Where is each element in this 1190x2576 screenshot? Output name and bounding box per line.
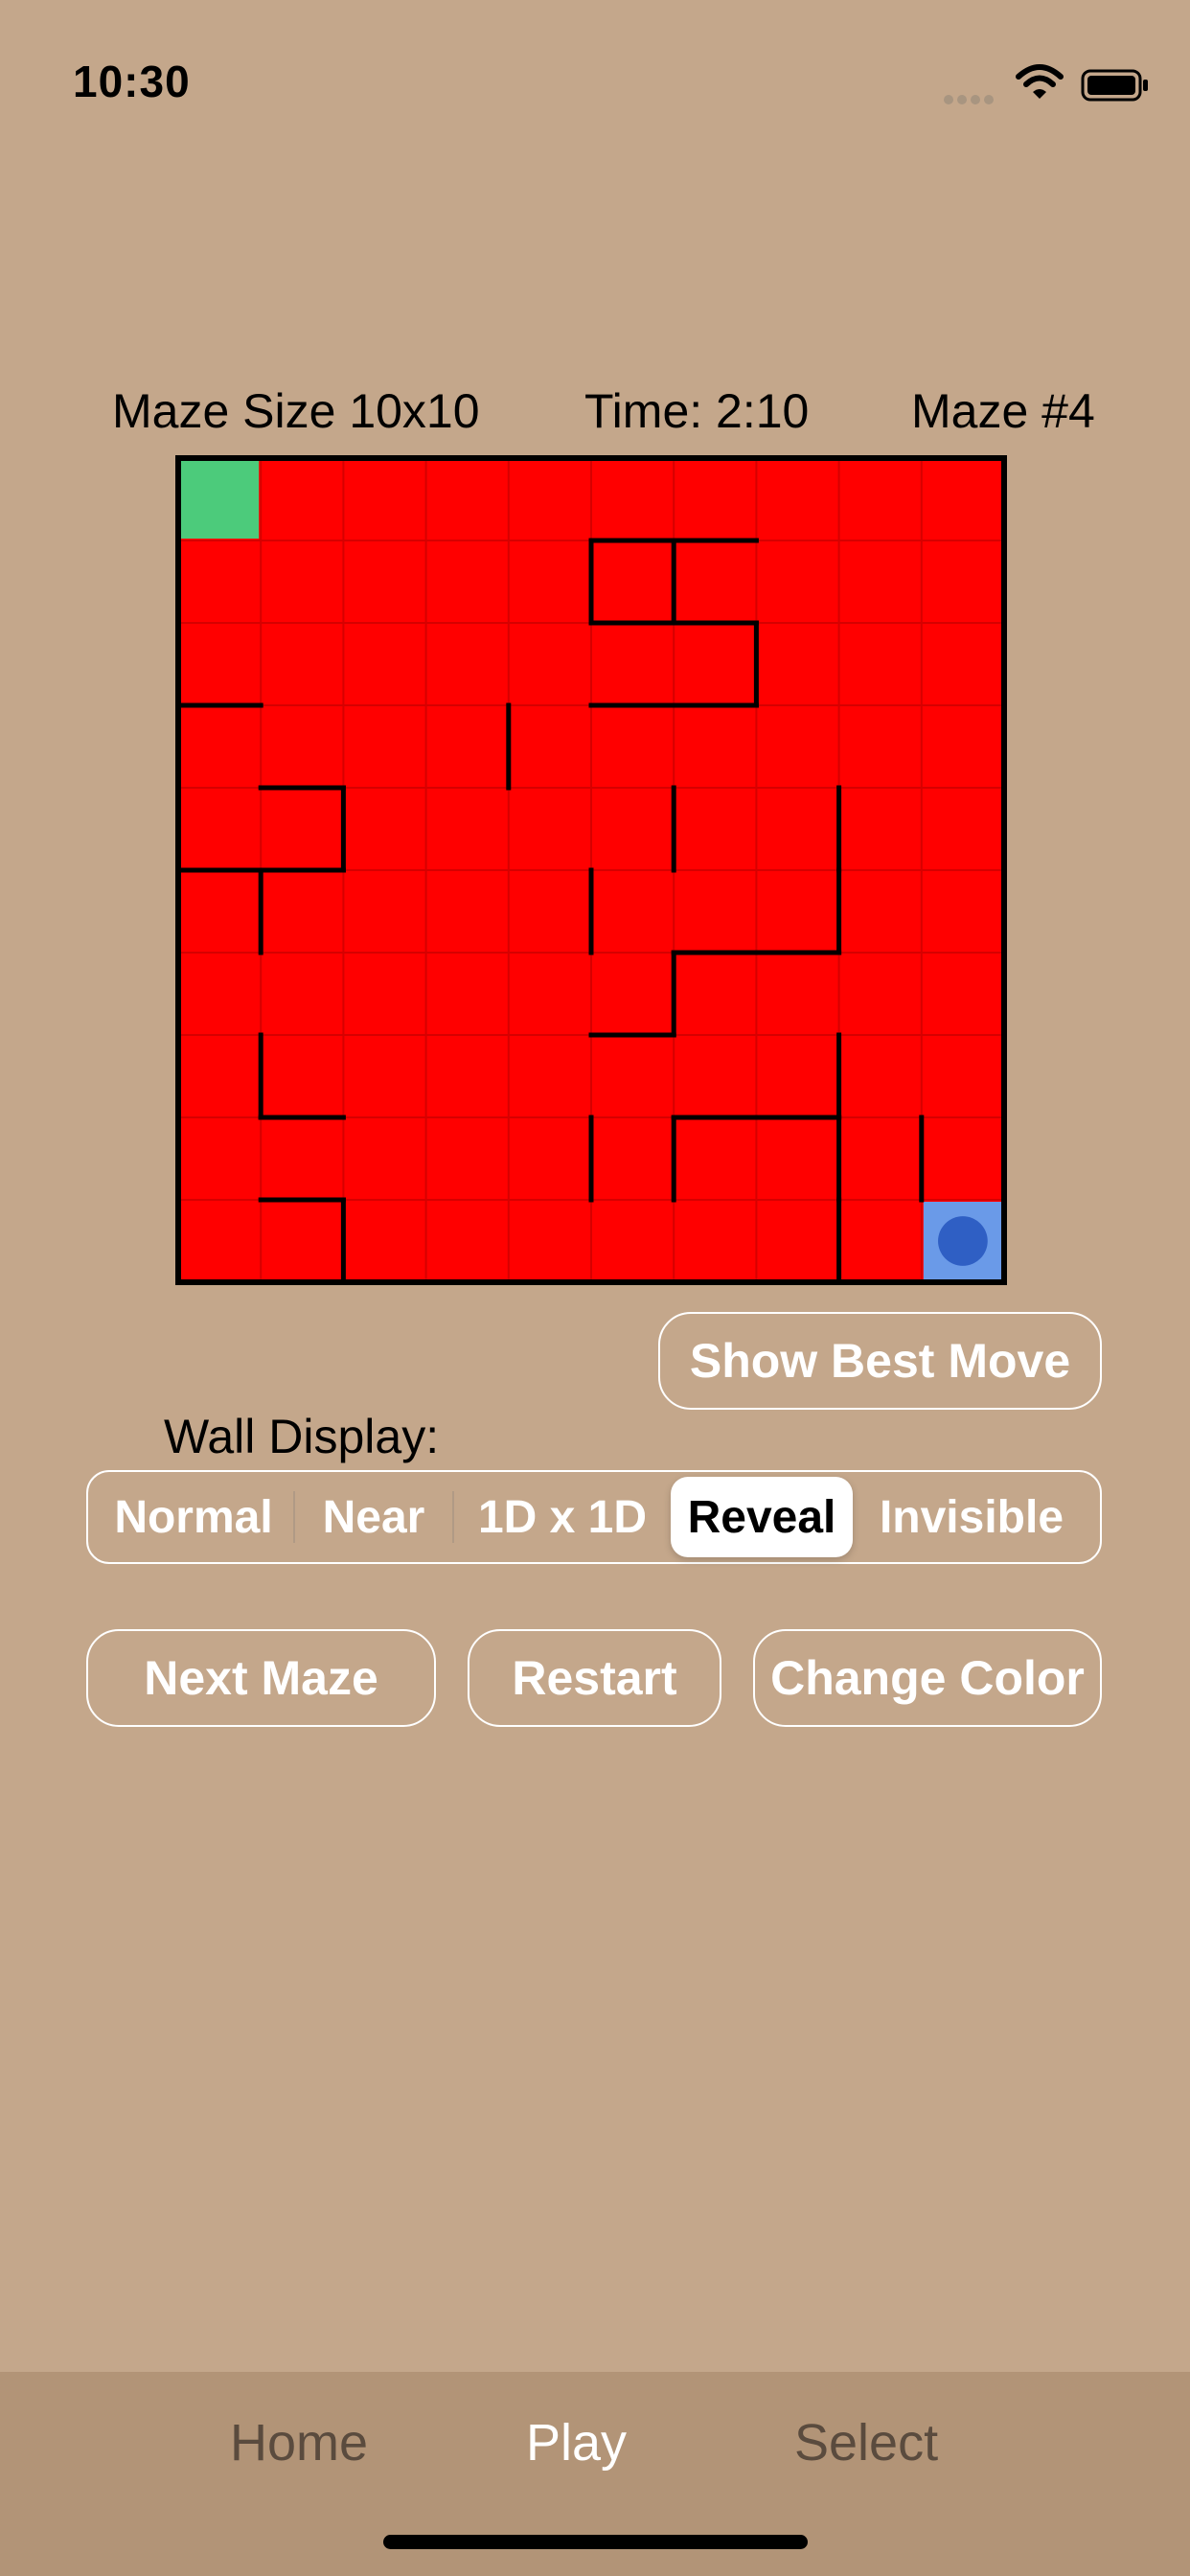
show-best-move-button[interactable]: Show Best Move [658, 1312, 1102, 1410]
battery-icon [1081, 69, 1148, 102]
maze-player [938, 1216, 988, 1266]
wall-display-segmented-control[interactable]: Normal Near 1D x 1D Reveal Invisible [86, 1470, 1102, 1564]
next-maze-button[interactable]: Next Maze [86, 1629, 436, 1727]
home-indicator [383, 2535, 808, 2549]
status-time: 10:30 [73, 57, 191, 106]
cellular-signal-icon [944, 92, 1001, 104]
segment-invisible[interactable]: Invisible [853, 1477, 1090, 1557]
segment-normal[interactable]: Normal [94, 1477, 293, 1557]
segment-reveal[interactable]: Reveal [671, 1477, 853, 1557]
wall-display-label: Wall Display: [164, 1410, 440, 1463]
timer-label: Time: 2:10 [584, 384, 810, 438]
maze-start-cell [180, 460, 260, 539]
tab-play[interactable]: Play [526, 2413, 627, 2472]
segment-1d-x-1d[interactable]: 1D x 1D [454, 1477, 671, 1557]
tab-home[interactable]: Home [230, 2413, 368, 2472]
segment-near[interactable]: Near [295, 1477, 452, 1557]
change-color-button[interactable]: Change Color [753, 1629, 1102, 1727]
tab-select[interactable]: Select [794, 2413, 938, 2472]
restart-button[interactable]: Restart [468, 1629, 721, 1727]
maze-board[interactable] [174, 454, 1008, 1286]
maze-size-label: Maze Size 10x10 [112, 384, 480, 438]
wifi-icon [1016, 64, 1064, 99]
maze-number-label: Maze #4 [911, 384, 1095, 438]
